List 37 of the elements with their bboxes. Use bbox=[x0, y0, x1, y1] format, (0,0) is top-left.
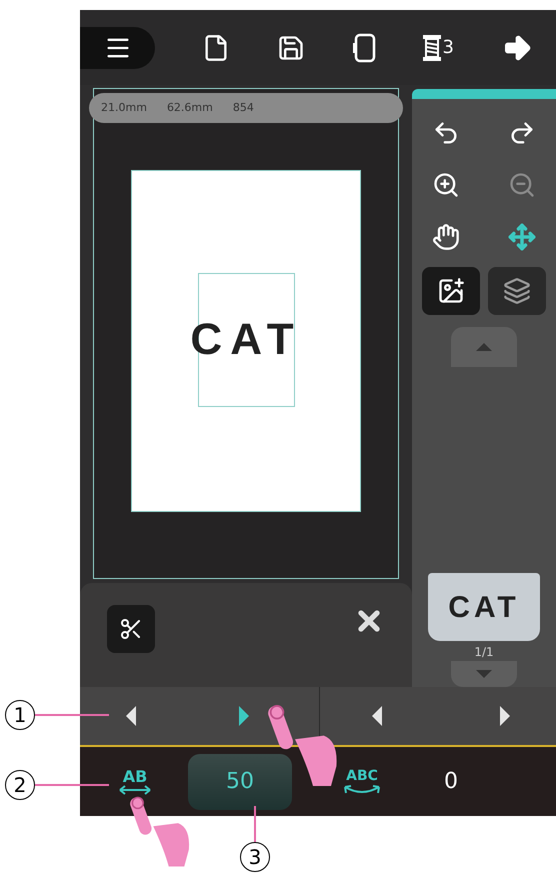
right-arrow-icon[interactable] bbox=[239, 706, 249, 726]
callout-number: 1 bbox=[5, 700, 35, 730]
zoom-in-icon[interactable] bbox=[432, 171, 460, 199]
save-icon[interactable] bbox=[277, 34, 306, 62]
up-caret-icon bbox=[476, 343, 492, 351]
arc-button[interactable]: ABC bbox=[342, 768, 382, 794]
preview-text: CAT bbox=[448, 590, 520, 626]
callout-number: 3 bbox=[240, 842, 270, 872]
scissors-icon bbox=[119, 617, 143, 641]
left-arrow-icon[interactable] bbox=[126, 706, 136, 726]
text-cut-button[interactable] bbox=[107, 605, 155, 653]
spool-button[interactable]: 3 bbox=[422, 34, 454, 62]
info-value: 854 bbox=[232, 100, 254, 116]
image-plus-icon bbox=[437, 277, 465, 305]
hand-icon[interactable] bbox=[432, 223, 460, 251]
design-text: CAT bbox=[190, 314, 302, 366]
page-indicator: 1/1 bbox=[474, 644, 494, 661]
layers-button[interactable] bbox=[488, 267, 546, 315]
down-caret-icon bbox=[476, 670, 492, 678]
info-value: 62.6mm bbox=[166, 100, 213, 116]
menu-button[interactable] bbox=[80, 26, 155, 68]
curved-arrow-icon bbox=[342, 782, 382, 794]
spacing-button[interactable]: AB bbox=[118, 768, 152, 794]
right-arrow-icon[interactable] bbox=[500, 706, 510, 726]
spacing-value-field[interactable]: 50 bbox=[188, 754, 292, 810]
layers-icon bbox=[503, 277, 531, 305]
callout-number: 2 bbox=[5, 770, 35, 800]
double-arrow-icon bbox=[118, 784, 152, 794]
left-arrow-icon[interactable] bbox=[372, 706, 382, 726]
add-picture-button[interactable] bbox=[422, 267, 480, 315]
info-value: 21.0mm bbox=[101, 100, 147, 116]
hoop-icon[interactable] bbox=[352, 32, 376, 62]
move-icon[interactable] bbox=[508, 223, 536, 251]
pointing-hand-icon bbox=[130, 795, 192, 869]
arc-value: 0 bbox=[444, 768, 458, 796]
leader-line bbox=[254, 806, 256, 842]
spool-icon bbox=[422, 34, 442, 62]
